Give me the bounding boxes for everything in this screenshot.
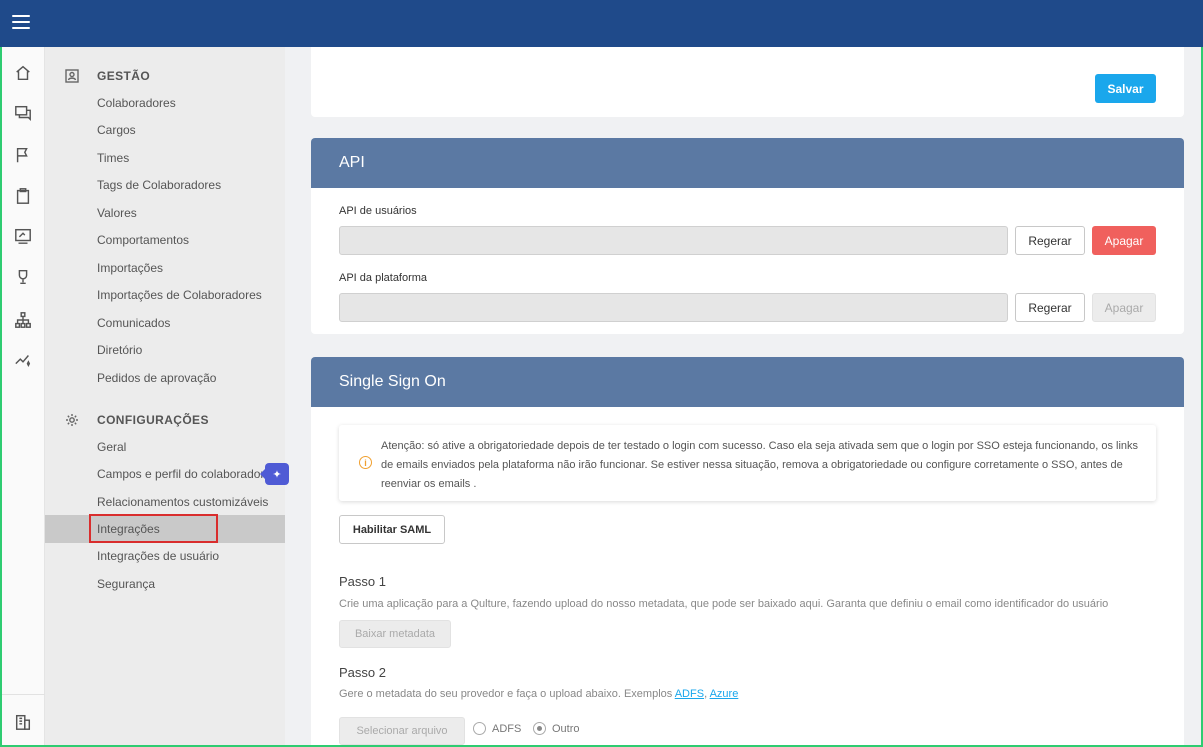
azure-example-link[interactable]: Azure (710, 688, 739, 700)
api-card: API API de usuários Regerar Apagar API d… (311, 138, 1184, 334)
api-platform-key-field[interactable] (339, 293, 1008, 322)
radio-outro-label: Outro (552, 722, 580, 735)
radio-adfs-label: ADFS (492, 722, 522, 735)
radio-outro-circle[interactable] (533, 722, 546, 735)
sidebar-item-times[interactable]: Times (97, 151, 129, 165)
section-title-gestao: GESTÃO (97, 69, 151, 83)
link-separator: , (704, 688, 708, 700)
radio-adfs[interactable]: ADFS (473, 722, 521, 735)
sidebar-item-campos-perfil[interactable]: Campos e perfil do colaborador (97, 467, 264, 481)
clipboard-icon[interactable] (12, 185, 34, 207)
home-icon[interactable] (12, 62, 34, 84)
main-content: Salvar API API de usuários Regerar Apaga… (286, 47, 1201, 745)
download-metadata-button[interactable]: Baixar metadata (339, 620, 451, 648)
analytics-sparkle-icon[interactable] (12, 349, 34, 371)
flag-icon[interactable] (12, 144, 34, 166)
sso-card-title: Single Sign On (311, 357, 1184, 407)
step2-description: Gere o metadata do seu provedor e faça o… (339, 688, 738, 700)
delete-platform-api-button[interactable]: Apagar (1092, 293, 1156, 322)
section-gestao: GESTÃO (65, 69, 150, 83)
save-button[interactable]: Salvar (1095, 74, 1156, 103)
sidebar-item-importacoes[interactable]: Importações (97, 261, 163, 275)
api-users-label: API de usuários (339, 205, 417, 217)
step1-title: Passo 1 (339, 574, 386, 589)
sso-card: Single Sign On i Atenção: só ative a obr… (311, 357, 1184, 745)
adfs-example-link[interactable]: ADFS (675, 688, 704, 700)
select-file-button[interactable]: Selecionar arquivo (339, 717, 465, 745)
sidebar-item-diretorio[interactable]: Diretório (97, 343, 142, 357)
org-chart-icon[interactable] (12, 309, 34, 331)
rail-divider (2, 694, 45, 695)
sidebar-item-colaboradores[interactable]: Colaboradores (97, 96, 176, 110)
regenerate-users-api-button[interactable]: Regerar (1015, 226, 1085, 255)
chat-icon[interactable] (12, 102, 34, 124)
feedback-icon[interactable] (12, 225, 34, 247)
radio-adfs-circle[interactable] (473, 722, 486, 735)
radio-outro[interactable]: Outro (533, 722, 580, 735)
sidebar-item-comportamentos[interactable]: Comportamentos (97, 233, 189, 247)
sidebar-item-integracoes-usuario[interactable]: Integrações de usuário (97, 549, 219, 563)
company-building-icon[interactable] (12, 711, 34, 733)
icon-rail (2, 47, 45, 745)
api-card-title: API (311, 138, 1184, 188)
sidebar-item-importacoes-colaboradores[interactable]: Importações de Colaboradores (97, 288, 262, 302)
settings-sidebar: GESTÃO Colaboradores Cargos Times Tags d… (45, 47, 289, 745)
sidebar-item-cargos[interactable]: Cargos (97, 123, 136, 137)
sidebar-item-tags[interactable]: Tags de Colaboradores (97, 178, 221, 192)
api-users-key-field[interactable] (339, 226, 1008, 255)
id-card-icon (65, 69, 79, 83)
enable-saml-button[interactable]: Habilitar SAML (339, 515, 445, 544)
sidebar-item-seguranca[interactable]: Segurança (97, 577, 155, 591)
highlight-box (89, 514, 218, 543)
sidebar-item-relacionamentos[interactable]: Relacionamentos customizáveis (97, 495, 268, 509)
regenerate-platform-api-button[interactable]: Regerar (1015, 293, 1085, 322)
section-configuracoes: CONFIGURAÇÕES (65, 413, 209, 427)
sidebar-item-comunicados[interactable]: Comunicados (97, 316, 170, 330)
api-platform-label: API da plataforma (339, 272, 428, 284)
sidebar-item-valores[interactable]: Valores (97, 206, 137, 220)
delete-users-api-button[interactable]: Apagar (1092, 226, 1156, 255)
sidebar-item-geral[interactable]: Geral (97, 440, 126, 454)
step2-title: Passo 2 (339, 665, 386, 680)
step2-description-text: Gere o metadata do seu provedor e faça o… (339, 688, 673, 700)
sso-warning-text: Atenção: só ative a obrigatoriedade depo… (381, 440, 1139, 490)
sso-warning-alert: i Atenção: só ative a obrigatoriedade de… (339, 425, 1156, 501)
warning-info-icon: i (359, 456, 372, 469)
gear-icon (65, 413, 79, 427)
section-title-configuracoes: CONFIGURAÇÕES (97, 413, 209, 427)
sidebar-item-pedidos-aprovacao[interactable]: Pedidos de aprovação (97, 371, 216, 385)
hamburger-menu-icon[interactable] (12, 15, 30, 31)
top-bar (0, 0, 1203, 47)
notification-settings-card: Salvar (311, 47, 1184, 117)
step1-description: Crie uma aplicação para a Qulture, fazen… (339, 598, 1109, 610)
trophy-icon[interactable] (12, 266, 34, 288)
